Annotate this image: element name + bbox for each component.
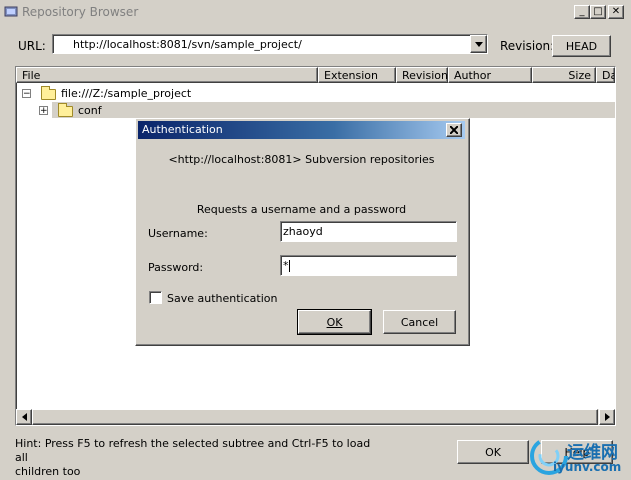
chevron-down-icon bbox=[474, 41, 483, 47]
tree-row-conf[interactable]: + conf bbox=[16, 102, 615, 118]
url-label: URL: bbox=[18, 39, 46, 53]
dialog-title: Authentication bbox=[142, 123, 223, 136]
dialog-ok-button[interactable]: OK bbox=[297, 309, 372, 335]
column-header-author[interactable]: Author bbox=[448, 67, 532, 83]
tree-row-root[interactable]: − file:///Z:/sample_project bbox=[16, 85, 615, 101]
username-label: Username: bbox=[148, 227, 208, 240]
folder-open-icon bbox=[41, 86, 56, 100]
prompt-text: Requests a username and a password bbox=[196, 203, 407, 216]
app-icon bbox=[4, 6, 18, 17]
minimize-button[interactable]: _ bbox=[574, 5, 590, 19]
arrow-left-icon bbox=[21, 413, 27, 421]
column-header-size[interactable]: Size bbox=[532, 67, 596, 83]
folder-icon bbox=[58, 103, 73, 117]
scroll-left-button[interactable] bbox=[16, 409, 32, 425]
column-header-file[interactable]: File bbox=[16, 67, 318, 83]
save-authentication-label[interactable]: Save authentication bbox=[167, 292, 277, 305]
authentication-dialog: Authentication <http://localhost:8081> S… bbox=[135, 118, 470, 346]
watermark-logo: 运维网 iyunv.com bbox=[527, 432, 631, 480]
text-cursor bbox=[288, 260, 290, 272]
watermark-text-bottom: iyunv.com bbox=[553, 460, 622, 474]
hint-line-2: children too bbox=[15, 465, 81, 478]
username-input[interactable]: zhaoyd bbox=[280, 221, 457, 242]
url-value[interactable]: http://localhost:8081/svn/sample_project… bbox=[73, 38, 302, 51]
collapse-icon[interactable]: − bbox=[22, 89, 31, 99]
ok-button[interactable]: OK bbox=[457, 440, 529, 464]
column-header-revision[interactable]: Revision bbox=[396, 67, 448, 83]
hint-text: Hint: Press F5 to refresh the selected s… bbox=[15, 437, 375, 479]
expand-icon[interactable]: + bbox=[39, 106, 48, 116]
close-icon bbox=[450, 126, 458, 134]
head-revision-button[interactable]: HEAD bbox=[552, 35, 611, 57]
dialog-titlebar: Authentication bbox=[138, 121, 465, 139]
column-header-date[interactable]: Da bbox=[596, 67, 615, 83]
tree-item-label[interactable]: file:///Z:/sample_project bbox=[61, 87, 191, 100]
hint-line-1: Hint: Press F5 to refresh the selected s… bbox=[15, 437, 371, 464]
arrow-right-icon bbox=[604, 413, 610, 421]
close-button[interactable]: ✕ bbox=[608, 5, 624, 19]
url-combobox[interactable]: http://localhost:8081/svn/sample_project… bbox=[52, 34, 488, 54]
password-input[interactable]: * bbox=[280, 255, 457, 276]
scroll-thumb[interactable] bbox=[32, 409, 598, 425]
scroll-right-button[interactable] bbox=[599, 409, 615, 425]
revision-label: Revision: bbox=[500, 39, 555, 53]
window-titlebar: Repository Browser _ □ ✕ bbox=[0, 0, 631, 24]
dialog-cancel-button[interactable]: Cancel bbox=[383, 310, 456, 334]
save-authentication-checkbox[interactable] bbox=[149, 291, 162, 304]
dialog-close-button[interactable] bbox=[446, 123, 462, 137]
realm-text: <http://localhost:8081> Subversion repos… bbox=[168, 153, 435, 166]
tree-item-label[interactable]: conf bbox=[78, 104, 102, 117]
window-title: Repository Browser bbox=[22, 5, 139, 19]
column-header-extension[interactable]: Extension bbox=[318, 67, 396, 83]
url-dropdown-button[interactable] bbox=[470, 35, 487, 53]
row-selection-highlight bbox=[52, 102, 615, 118]
maximize-button[interactable]: □ bbox=[590, 5, 606, 19]
horizontal-scrollbar[interactable] bbox=[16, 409, 615, 425]
password-label: Password: bbox=[148, 261, 204, 274]
